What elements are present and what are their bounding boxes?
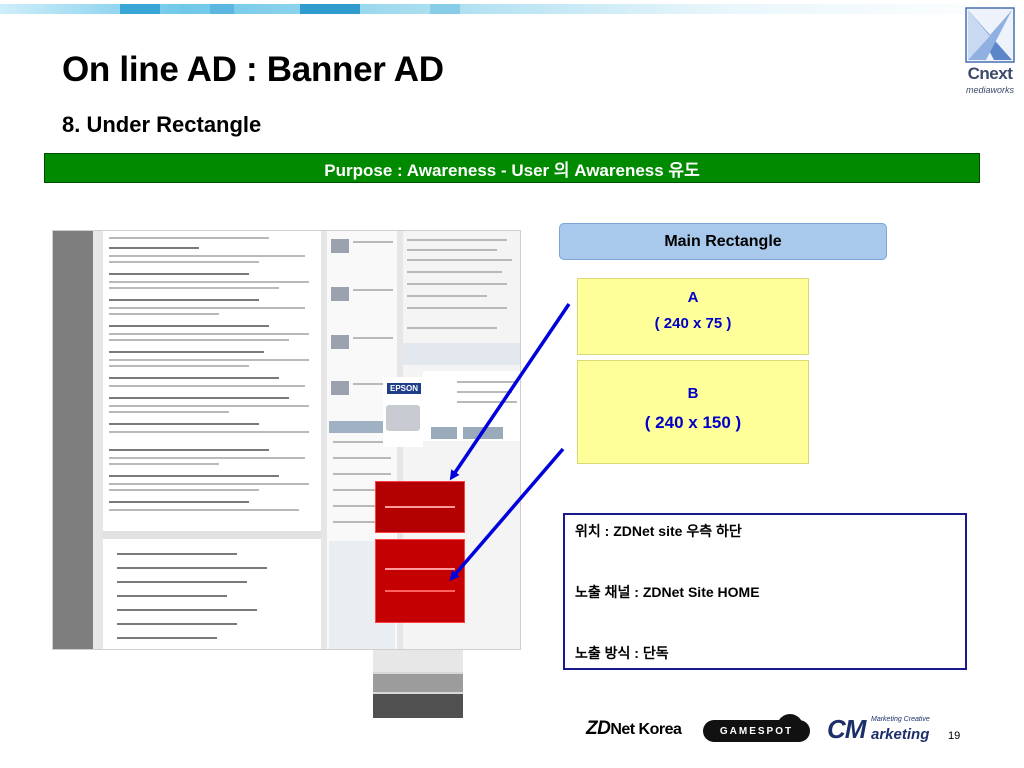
cm-logo-tagline: Marketing Creative [871,716,930,723]
strip-block [300,4,360,14]
cnext-logo: Cnext mediaworks [958,6,1022,102]
gamespot-logo: GAMESPOT [703,714,810,742]
cm-marketing-logo: CM Marketing Creative arketing [827,714,930,745]
ad-slot-b-preview [375,539,465,623]
logo-tagline: mediaworks [965,85,1014,95]
purpose-text: Purpose : Awareness - User 의 Awareness 유… [324,160,700,180]
ad-slot-a-box: A ( 240 x 75 ) [577,278,809,355]
placement-channel: 노출 채널 : ZDNet Site HOME [575,584,760,600]
page-number: 19 [948,730,961,742]
cnext-logo-icon [965,7,1015,63]
placement-location: 위치 : ZDNet site 우측 하단 [575,523,742,539]
ad-slot-b-box: B ( 240 x 150 ) [577,360,809,464]
printer-brand-label: EPSON [387,383,422,394]
main-rectangle-label: Main Rectangle [559,223,887,260]
zdnet-logo-suffix: Net Korea [610,721,682,738]
zdnet-korea-logo: ZDNet Korea [586,718,682,740]
purpose-bar: Purpose : Awareness - User 의 Awareness 유… [44,153,980,183]
strip-block [430,4,460,14]
strip-block [210,4,234,14]
ad-slot-a-letter: A [687,289,699,306]
ad-slot-a-preview [375,481,465,533]
footer-logos: ZDNet Korea GAMESPOT CM Marketing Creati… [586,712,930,748]
slide-subtitle: 8. Under Rectangle [62,112,262,137]
strip-block [120,4,160,14]
ad-slot-b-letter: B [687,385,699,402]
placement-info-box: 위치 : ZDNet site 우측 하단 노출 채널 : ZDNet Site… [563,513,967,670]
placement-method: 노출 방식 : 단독 [575,645,669,661]
printer-illustration [386,405,420,431]
zdnet-logo-prefix: ZD [586,718,611,739]
ad-slot-b-dimensions: ( 240 x 150 ) [644,413,742,432]
website-screenshot: EPSON [52,230,521,650]
screenshot-news-column [103,231,321,649]
gamespot-logo-text: GAMESPOT [719,725,794,737]
screenshot-left-strip [53,231,93,649]
logo-name: Cnext [967,64,1013,83]
slide-title: On line AD : Banner AD [62,50,444,89]
cm-logo-word: arketing [871,726,930,743]
screenshot-bottom-ads [373,650,463,718]
ad-slot-a-dimensions: ( 240 x 75 ) [654,315,732,332]
top-decorative-strip [0,0,1024,18]
main-rectangle-text: Main Rectangle [664,232,782,250]
cm-logo-letters: CM [827,714,866,744]
printer-ad-thumbnail: EPSON [383,377,423,447]
